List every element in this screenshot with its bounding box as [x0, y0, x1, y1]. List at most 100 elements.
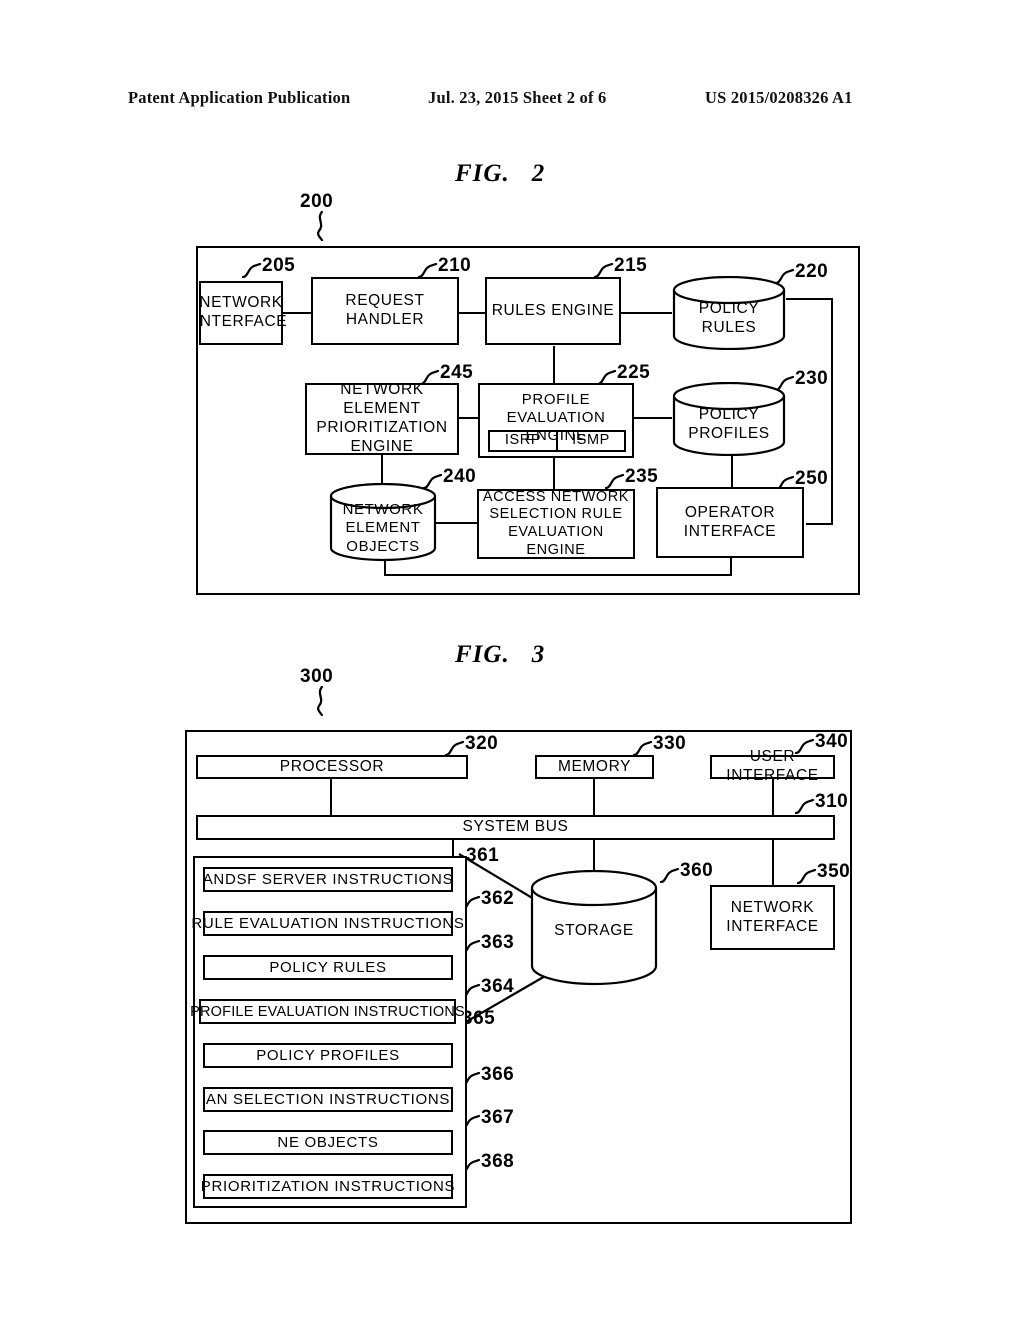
lead-label-350: 350	[797, 861, 850, 884]
memory-item-label: RULE EVALUATION INSTRUCTIONS	[191, 915, 465, 932]
datastore-label: POLICY PROFILES	[688, 406, 770, 442]
block-ne-prioritization-engine-245[interactable]: NETWORK ELEMENT PRIORITIZATION ENGINE	[305, 381, 459, 455]
block-memory-330[interactable]: MEMORY	[535, 755, 654, 779]
connector-bottom-bus	[384, 574, 732, 576]
lead-label-366: 366	[461, 1064, 514, 1087]
lead-label-310: 310	[795, 791, 848, 814]
memory-item-368[interactable]: PRIORITIZATION INSTRUCTIONS	[200, 1174, 456, 1199]
block-access-network-selection-rule-engine-235[interactable]: ACCESS NETWORK SELECTION RULE EVALUATION…	[477, 489, 635, 559]
connector-250-bottom	[730, 558, 732, 576]
header-publication: Patent Application Publication	[128, 88, 351, 107]
memory-item-365[interactable]: POLICY PROFILES	[203, 1043, 453, 1068]
datastore-label: POLICY RULES	[698, 300, 760, 336]
memory-item-label: ANDSF SERVER INSTRUCTIONS	[202, 871, 454, 888]
connector-225-235	[553, 456, 555, 489]
block-label: NETWORK INTERFACE	[726, 898, 819, 935]
block-label: ACCESS NETWORK SELECTION RULE EVALUATION…	[482, 488, 630, 558]
datastore-policy-profiles-230[interactable]: POLICY PROFILES	[672, 382, 786, 456]
datastore-label: STORAGE	[554, 922, 634, 939]
connector-bus-memory-block	[452, 840, 454, 856]
lead-label-330: 330	[633, 733, 686, 756]
lead-label-368: 368	[461, 1151, 514, 1174]
leader-line-icon	[418, 262, 438, 278]
connector-245-225	[458, 417, 480, 419]
figure-3-system-ref: 300	[300, 666, 334, 716]
figure-2-caption-prefix: FIG.	[455, 160, 510, 187]
block-system-bus-310[interactable]: SYSTEM BUS	[196, 815, 835, 840]
header-publication-number: US 2015/0208326 A1	[705, 88, 853, 107]
connector-210-215	[458, 312, 487, 314]
lead-label-215: 215	[594, 255, 647, 278]
lead-label-367: 367	[461, 1107, 514, 1130]
lead-label-225: 225	[597, 362, 650, 385]
isrp-label: ISRP	[504, 432, 542, 449]
isrp-ismp-group: ISRP ISMP	[488, 430, 626, 452]
memory-item-367[interactable]: NE OBJECTS	[203, 1130, 453, 1155]
block-label: OPERATOR INTERFACE	[683, 503, 777, 540]
leader-line-icon	[795, 798, 815, 814]
connector-right-bus-to-250	[806, 523, 833, 525]
leader-line-icon	[242, 262, 262, 278]
lead-label-210: 210	[418, 255, 471, 278]
patent-drawing-sheet: Patent Application Publication Jul. 23, …	[0, 0, 1024, 1320]
connector-245-240	[381, 453, 383, 483]
block-label: SYSTEM BUS	[462, 818, 569, 836]
connector-right-bus-vertical	[831, 298, 833, 525]
block-label: NETWORK ELEMENT PRIORITIZATION ENGINE	[316, 381, 448, 455]
block-profile-evaluation-engine-225[interactable]: PROFILE EVALUATION ENGINE ISRP ISMP	[478, 383, 634, 458]
connector-215-220	[620, 312, 672, 314]
block-network-interface-205[interactable]: NETWORK INTERFACE	[195, 281, 287, 345]
datastore-storage-360[interactable]: STORAGE	[530, 870, 658, 988]
figure-3-system-ref-label: 300	[300, 666, 334, 687]
connector-225-230	[634, 417, 672, 419]
connector-230-250	[731, 455, 733, 487]
memory-item-362[interactable]: RULE EVALUATION INSTRUCTIONS	[191, 911, 464, 936]
memory-item-label: AN SELECTION INSTRUCTIONS	[205, 1091, 451, 1108]
memory-contents-frame	[193, 856, 467, 1208]
block-label: USER INTERFACE	[726, 748, 819, 784]
memory-item-label: PRIORITIZATION INSTRUCTIONS	[200, 1178, 456, 1195]
lead-label-360: 360	[660, 860, 713, 883]
memory-item-label: NE OBJECTS	[277, 1134, 379, 1151]
leader-line-icon	[445, 740, 465, 756]
block-user-interface-340[interactable]: USER INTERFACE	[710, 748, 835, 784]
header-date-sheet: Jul. 23, 2015 Sheet 2 of 6	[428, 88, 607, 107]
block-isrp[interactable]: ISRP	[488, 430, 558, 452]
memory-item-label: POLICY PROFILES	[256, 1047, 400, 1064]
lead-label-220: 220	[775, 261, 828, 284]
connector-bus-network-interface	[772, 840, 774, 885]
memory-item-361[interactable]: ANDSF SERVER INSTRUCTIONS	[203, 867, 453, 892]
figure-2-system-ref: 200	[300, 191, 334, 241]
memory-item-label: PROFILE EVALUATION INSTRUCTIONS	[190, 1003, 465, 1020]
block-label: NETWORK INTERFACE	[194, 294, 288, 330]
memory-item-366[interactable]: AN SELECTION INSTRUCTIONS	[203, 1087, 453, 1112]
block-request-handler-210[interactable]: REQUEST HANDLER	[311, 277, 459, 345]
leader-line-icon	[797, 868, 817, 884]
block-ismp[interactable]: ISMP	[558, 430, 626, 452]
leader-squiggle-icon	[317, 686, 324, 716]
datastore-network-element-objects-240[interactable]: NETWORK ELEMENT OBJECTS	[329, 483, 437, 563]
lead-label-240: 240	[423, 466, 476, 489]
ismp-label: ISMP	[572, 432, 610, 449]
figure-3-caption-number: 3	[531, 641, 546, 668]
figure-3-caption-prefix: FIG.	[455, 641, 510, 668]
lead-label-235: 235	[605, 466, 658, 489]
leader-line-icon	[660, 867, 680, 883]
connector-220-right	[786, 298, 833, 300]
lead-label-230: 230	[775, 368, 828, 391]
connector-processor-bus	[330, 778, 332, 816]
block-rules-engine-215[interactable]: RULES ENGINE	[485, 277, 621, 345]
leader-line-icon	[605, 473, 625, 489]
memory-item-364[interactable]: PROFILE EVALUATION INSTRUCTIONS	[190, 999, 465, 1024]
connector-240-235	[435, 522, 478, 524]
leader-line-icon	[633, 740, 653, 756]
figure-2-system-ref-label: 200	[300, 191, 334, 212]
lead-label-320: 320	[445, 733, 498, 756]
block-operator-interface-250[interactable]: OPERATOR INTERFACE	[656, 487, 804, 558]
block-processor-320[interactable]: PROCESSOR	[196, 755, 468, 779]
figure-2-caption: FIG. 2	[455, 160, 545, 188]
memory-item-363[interactable]: POLICY RULES	[203, 955, 453, 980]
block-label: MEMORY	[557, 757, 632, 775]
block-network-interface-350[interactable]: NETWORK INTERFACE	[710, 885, 835, 950]
datastore-policy-rules-220[interactable]: POLICY RULES	[672, 276, 786, 350]
